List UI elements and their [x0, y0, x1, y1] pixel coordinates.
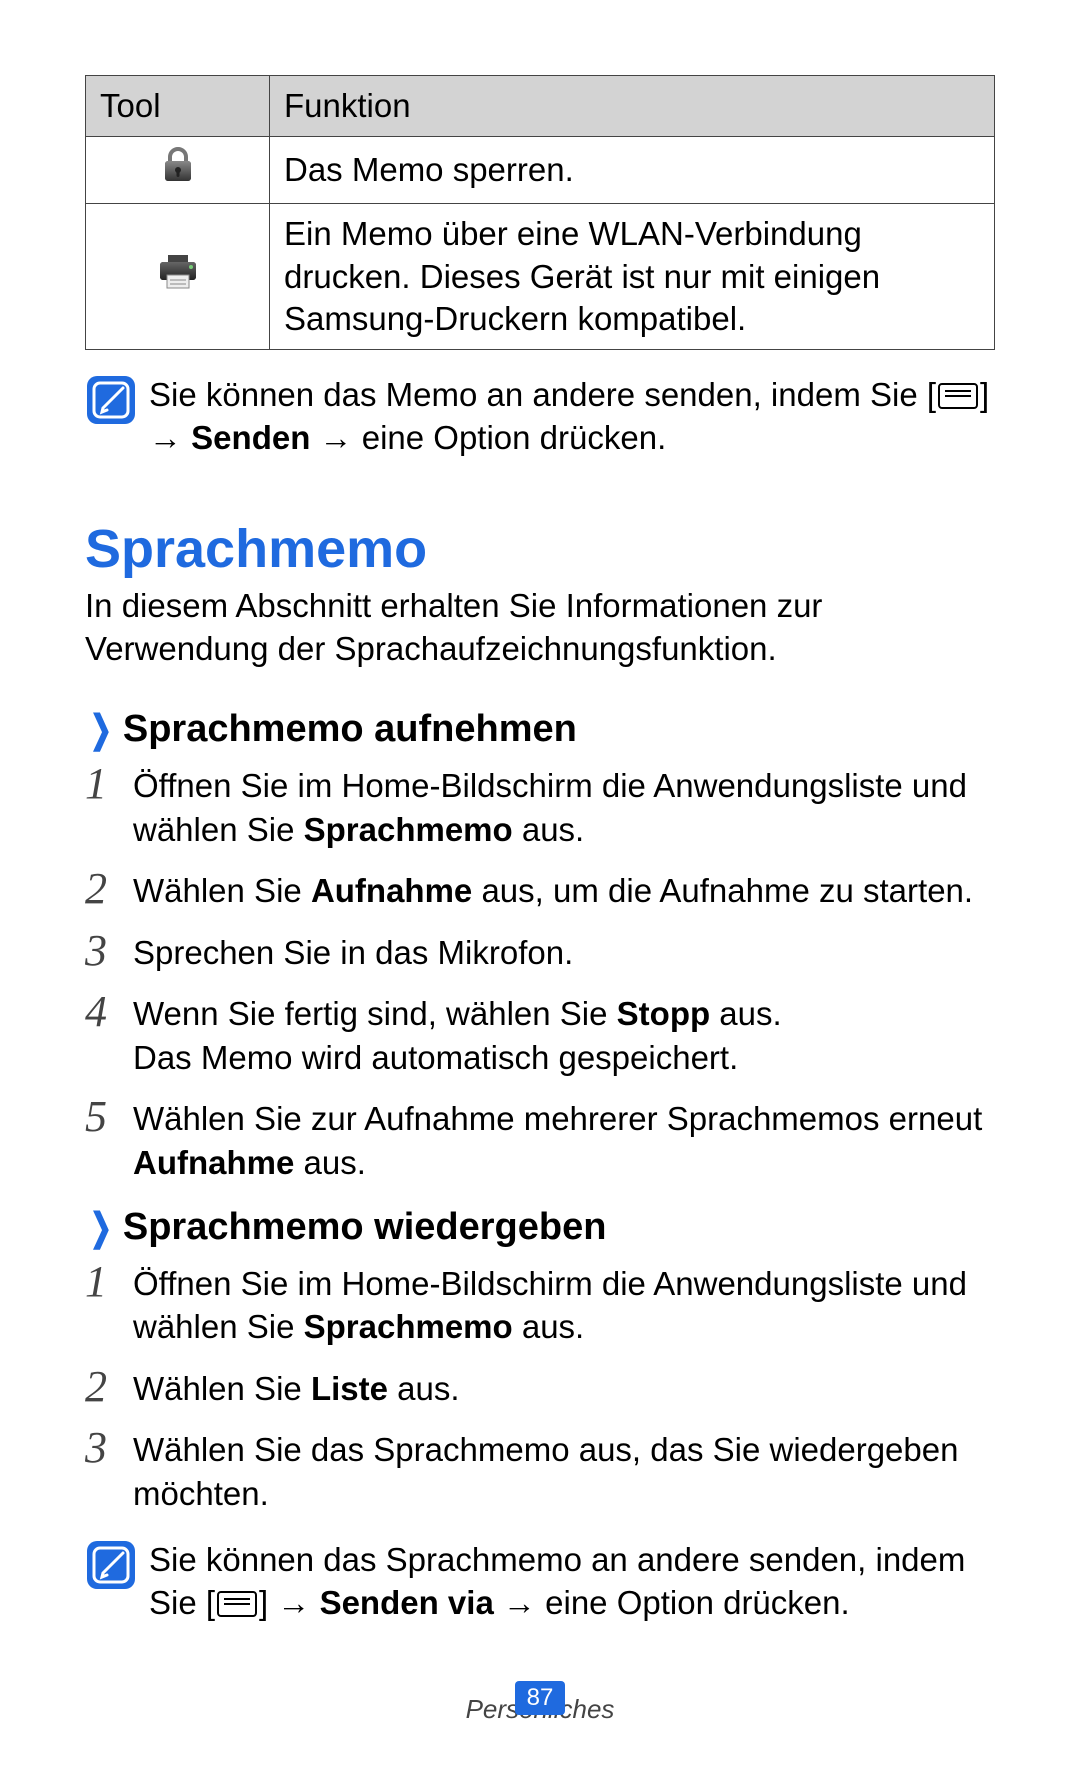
- intro-text: In diesem Abschnitt erhalten Sie Informa…: [85, 585, 995, 671]
- step-item: 2Wählen Sie Aufnahme aus, um die Aufnahm…: [85, 865, 995, 913]
- menu-button-icon: [938, 383, 978, 409]
- step-item: 1Öffnen Sie im Home-Bildschirm die Anwen…: [85, 1258, 995, 1349]
- text: → eine Option drücken.: [494, 1584, 850, 1621]
- tool-cell: [86, 137, 270, 204]
- note-icon: [85, 1539, 149, 1625]
- chevron-icon: ❯: [90, 707, 112, 752]
- steps-list-1: 1Öffnen Sie im Home-Bildschirm die Anwen…: [85, 760, 995, 1184]
- chevron-icon: ❯: [90, 1205, 112, 1250]
- note-text: Sie können das Sprachmemo an andere send…: [149, 1539, 995, 1625]
- subheading-text: Sprachmemo wiedergeben: [123, 1206, 607, 1249]
- step-item: 3Wählen Sie das Sprachmemo aus, das Sie …: [85, 1424, 995, 1515]
- tool-table: Tool Funktion: [85, 75, 995, 350]
- step-body: Wählen Sie Aufnahme aus, um die Aufnahme…: [133, 865, 995, 913]
- tool-cell: [86, 204, 270, 350]
- page-number: 87: [515, 1681, 565, 1715]
- note-icon: [85, 374, 149, 460]
- step-body: Wählen Sie zur Aufnahme mehrerer Sprachm…: [133, 1093, 995, 1184]
- bold-text: Aufnahme: [311, 872, 472, 909]
- step-number: 3: [85, 927, 133, 975]
- func-cell: Ein Memo über eine WLAN-Verbindung druck…: [270, 204, 995, 350]
- step-number: 3: [85, 1424, 133, 1515]
- printer-icon: [157, 253, 199, 301]
- step-item: 1Öffnen Sie im Home-Bildschirm die Anwen…: [85, 760, 995, 851]
- step-number: 1: [85, 760, 133, 851]
- subheading-text: Sprachmemo aufnehmen: [123, 708, 577, 751]
- bold-text: Senden: [191, 419, 310, 456]
- step-number: 2: [85, 865, 133, 913]
- subheading: ❯ Sprachmemo aufnehmen: [85, 707, 995, 752]
- step-body: Sprechen Sie in das Mikrofon.: [133, 927, 995, 975]
- step-number: 5: [85, 1093, 133, 1184]
- step-item: 2Wählen Sie Liste aus.: [85, 1363, 995, 1411]
- table-header-row: Tool Funktion: [86, 76, 995, 137]
- lock-icon: [161, 146, 195, 194]
- bold-text: Sprachmemo: [304, 811, 513, 848]
- step-extra: Das Memo wird automatisch gespeichert.: [133, 1039, 738, 1076]
- bold-text: Aufnahme: [133, 1144, 294, 1181]
- step-body: Öffnen Sie im Home-Bildschirm die Anwend…: [133, 760, 995, 851]
- step-number: 2: [85, 1363, 133, 1411]
- step-body: Wählen Sie das Sprachmemo aus, das Sie w…: [133, 1424, 995, 1515]
- bold-text: Senden via: [320, 1584, 494, 1621]
- step-item: 3Sprechen Sie in das Mikrofon.: [85, 927, 995, 975]
- step-body: Öffnen Sie im Home-Bildschirm die Anwend…: [133, 1258, 995, 1349]
- step-item: 5Wählen Sie zur Aufnahme mehrerer Sprach…: [85, 1093, 995, 1184]
- step-number: 1: [85, 1258, 133, 1349]
- table-row: Ein Memo über eine WLAN-Verbindung druck…: [86, 204, 995, 350]
- subheading: ❯ Sprachmemo wiedergeben: [85, 1205, 995, 1250]
- bold-text: Sprachmemo: [304, 1308, 513, 1345]
- step-number: 4: [85, 988, 133, 1079]
- page: Tool Funktion: [0, 0, 1080, 1771]
- text: Sie können das Memo an andere senden, in…: [149, 376, 936, 413]
- menu-button-icon: [217, 1591, 257, 1617]
- note-text: Sie können das Memo an andere senden, in…: [149, 374, 995, 460]
- table-row: Das Memo sperren.: [86, 137, 995, 204]
- note-block: Sie können das Memo an andere senden, in…: [85, 374, 995, 460]
- func-cell: Das Memo sperren.: [270, 137, 995, 204]
- steps-list-2: 1Öffnen Sie im Home-Bildschirm die Anwen…: [85, 1258, 995, 1516]
- step-item: 4Wenn Sie fertig sind, wählen Sie Stopp …: [85, 988, 995, 1079]
- text: ] →: [259, 1584, 320, 1621]
- th-tool: Tool: [86, 76, 270, 137]
- bold-text: Stopp: [617, 995, 710, 1032]
- text: → eine Option drücken.: [310, 419, 666, 456]
- step-body: Wählen Sie Liste aus.: [133, 1363, 995, 1411]
- heading-sprachmemo: Sprachmemo: [85, 520, 995, 579]
- th-func: Funktion: [270, 76, 995, 137]
- step-body: Wenn Sie fertig sind, wählen Sie Stopp a…: [133, 988, 995, 1079]
- bold-text: Liste: [311, 1370, 388, 1407]
- note-block: Sie können das Sprachmemo an andere send…: [85, 1539, 995, 1625]
- footer: Persönliches 87: [0, 1694, 1080, 1725]
